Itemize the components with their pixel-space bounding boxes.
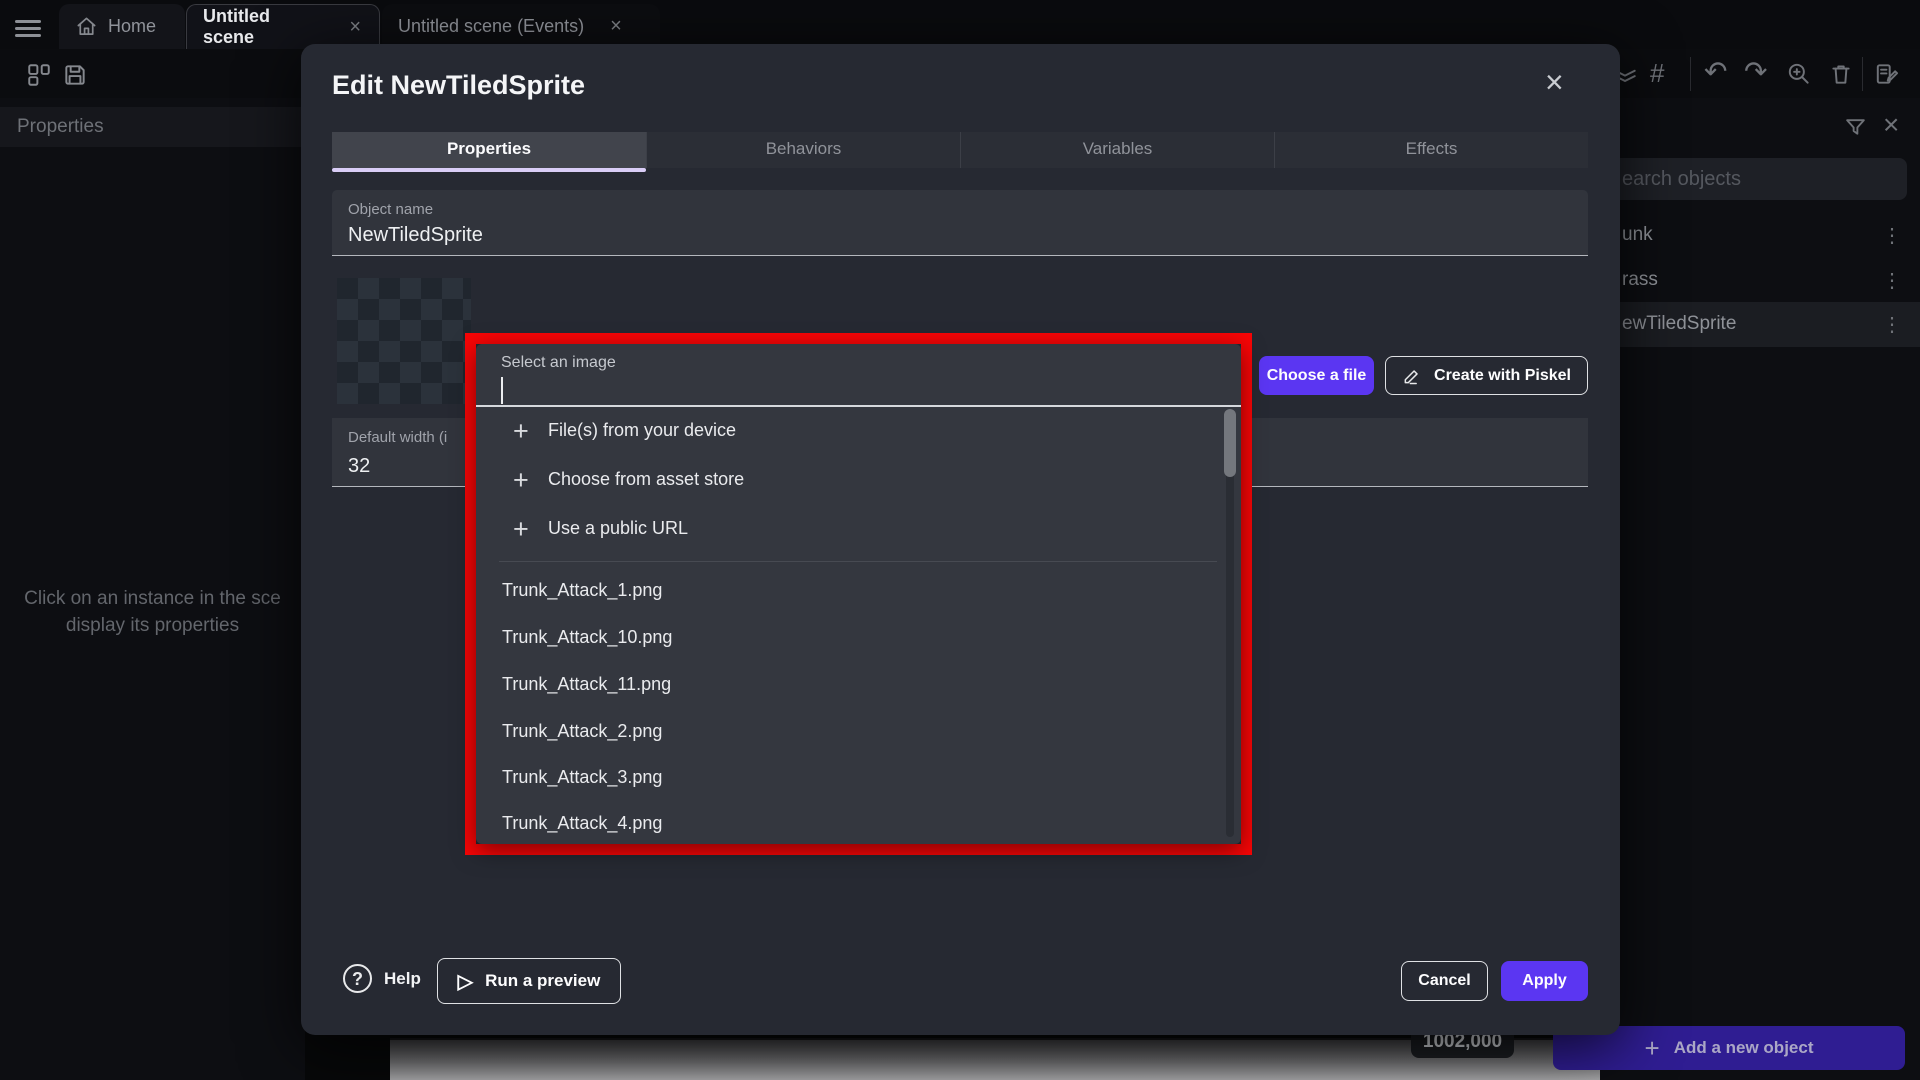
layout-panels-icon[interactable] (26, 62, 52, 88)
object-label: unk (1622, 224, 1653, 246)
apply-button[interactable]: Apply (1501, 961, 1588, 1001)
object-row-grass[interactable]: rass ⋮ (1580, 258, 1920, 303)
close-tab-icon[interactable]: × (608, 15, 624, 38)
empty-message-line1: Click on an instance in the sce (0, 585, 305, 612)
pencil-icon (1402, 366, 1422, 386)
trash-icon[interactable] (1828, 61, 1854, 87)
properties-panel-header: Properties (0, 107, 305, 147)
default-width-value: 32 (348, 455, 370, 478)
app-root: Home Untitled scene × Untitled scene (Ev… (0, 0, 1920, 1080)
file-option[interactable]: Trunk_Attack_11.png (502, 674, 671, 704)
object-row-trunk[interactable]: unk ⋮ (1580, 213, 1920, 258)
file-option[interactable]: Trunk_Attack_10.png (502, 627, 672, 657)
help-label: Help (384, 969, 421, 989)
object-label: rass (1622, 269, 1658, 291)
plus-icon: + (513, 465, 529, 496)
run-preview-button[interactable]: ▷ Run a preview (437, 958, 621, 1004)
menu-item-label: File(s) from your device (548, 420, 736, 441)
filter-funnel-icon[interactable] (1843, 115, 1868, 140)
create-with-piskel-button[interactable]: Create with Piskel (1385, 356, 1588, 395)
search-objects-placeholder: earch objects (1622, 168, 1741, 190)
hamburger-menu-icon[interactable] (15, 16, 41, 41)
cancel-button[interactable]: Cancel (1401, 961, 1488, 1001)
run-preview-label: Run a preview (485, 971, 600, 991)
kebab-menu-icon[interactable]: ⋮ (1882, 223, 1902, 248)
kebab-menu-icon[interactable]: ⋮ (1882, 268, 1902, 293)
tab-home-label: Home (108, 16, 156, 37)
tab-label: Effects (1406, 139, 1458, 158)
dialog-close-icon[interactable]: × (1545, 64, 1564, 101)
tab-untitled-scene-events[interactable]: Untitled scene (Events) × (382, 4, 660, 49)
tab-label: Properties (447, 139, 531, 158)
zoom-in-icon[interactable] (1786, 61, 1812, 87)
empty-message-line2: display its properties (0, 612, 305, 639)
help-circle-icon: ? (343, 964, 372, 993)
dialog-tab-bar: Properties Behaviors Variables Effects (332, 132, 1588, 168)
kebab-menu-icon[interactable]: ⋮ (1882, 312, 1902, 337)
menu-item-label: Choose from asset store (548, 469, 744, 490)
redo-icon[interactable]: ↷ (1744, 55, 1767, 88)
menu-divider (499, 561, 1217, 562)
select-image-label: Select an image (501, 354, 616, 372)
tab-effects[interactable]: Effects (1274, 132, 1588, 168)
object-name-label: Object name (348, 201, 433, 218)
tab-home[interactable]: Home (59, 4, 185, 49)
tab-label: Variables (1083, 139, 1153, 158)
text-cursor (501, 377, 503, 404)
grid-icon[interactable]: # (1650, 58, 1664, 89)
select-image-dropdown: Select an image + File(s) from your devi… (476, 344, 1241, 844)
cancel-label: Cancel (1418, 972, 1470, 990)
default-width-label: Default width (i (348, 429, 447, 446)
choose-a-file-button[interactable]: Choose a file (1259, 356, 1374, 395)
top-tab-bar: Home Untitled scene × Untitled scene (Ev… (0, 0, 1920, 49)
file-option[interactable]: Trunk_Attack_2.png (502, 721, 662, 751)
tab-label: Behaviors (766, 139, 842, 158)
image-search-input[interactable]: Select an image (476, 344, 1241, 407)
object-name-field[interactable]: Object name NewTiledSprite (332, 190, 1588, 256)
properties-panel: Properties Click on an instance in the s… (0, 98, 305, 1080)
tab-behaviors[interactable]: Behaviors (646, 132, 960, 168)
create-piskel-label: Create with Piskel (1434, 367, 1571, 385)
object-name-value: NewTiledSprite (348, 224, 483, 247)
tab-variables[interactable]: Variables (960, 132, 1274, 168)
object-row-newtiledsprite[interactable]: ewTiledSprite ⋮ (1580, 302, 1920, 347)
help-button[interactable]: ? Help (343, 964, 421, 993)
edit-scene-sheet-icon[interactable] (1874, 61, 1900, 87)
search-objects-input[interactable]: earch objects (1598, 158, 1907, 200)
object-label: ewTiledSprite (1622, 313, 1736, 335)
plus-icon: + (513, 416, 529, 447)
menu-item-choose-from-asset-store[interactable]: + Choose from asset store (476, 456, 1241, 505)
close-panel-icon[interactable]: × (1883, 109, 1899, 141)
active-tab-underline (332, 168, 646, 172)
toolbar-separator (1690, 57, 1691, 91)
add-object-label: Add a new object (1674, 1038, 1814, 1058)
choose-file-label: Choose a file (1267, 367, 1367, 385)
plus-icon: + (1645, 1033, 1660, 1064)
apply-label: Apply (1522, 972, 1566, 990)
tab-scene-label: Untitled scene (203, 6, 319, 48)
tab-untitled-scene[interactable]: Untitled scene × (186, 4, 380, 49)
properties-empty-message: Click on an instance in the sce display … (0, 585, 305, 639)
close-tab-icon[interactable]: × (347, 16, 363, 39)
menu-item-label: Use a public URL (548, 518, 688, 539)
file-option[interactable]: Trunk_Attack_1.png (502, 580, 662, 610)
annotation-highlight-box: Select an image + File(s) from your devi… (465, 333, 1252, 855)
dialog-title: Edit NewTiledSprite (332, 70, 585, 101)
menu-item-files-from-device[interactable]: + File(s) from your device (476, 407, 1241, 456)
undo-icon[interactable]: ↶ (1704, 55, 1727, 88)
file-option[interactable]: Trunk_Attack_3.png (502, 767, 662, 797)
plus-icon: + (513, 514, 529, 545)
scrollbar-thumb[interactable] (1224, 409, 1236, 477)
file-option[interactable]: Trunk_Attack_4.png (502, 813, 662, 843)
menu-item-use-public-url[interactable]: + Use a public URL (476, 505, 1241, 554)
tab-properties[interactable]: Properties (332, 132, 646, 168)
save-icon[interactable] (62, 62, 88, 88)
sprite-thumbnail-checkerboard[interactable] (337, 278, 471, 404)
play-icon: ▷ (458, 969, 473, 994)
toolbar-separator (1862, 57, 1863, 91)
home-icon (75, 15, 98, 38)
tab-events-label: Untitled scene (Events) (398, 16, 584, 37)
